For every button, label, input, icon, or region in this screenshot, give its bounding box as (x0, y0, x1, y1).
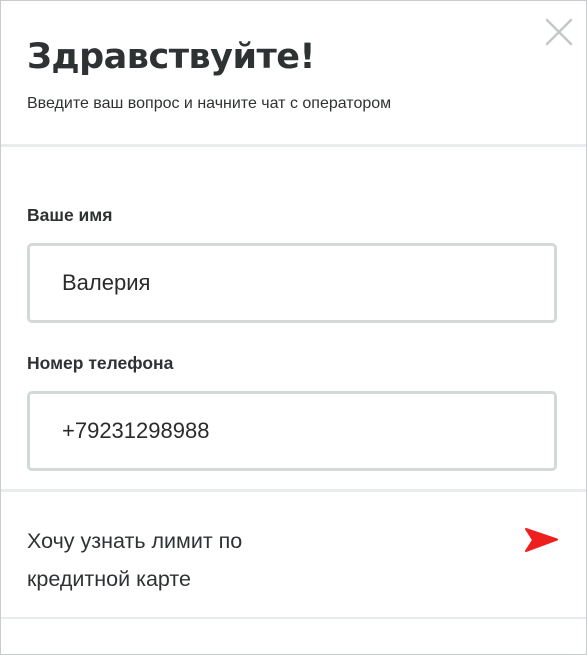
chat-widget: Здравствуйте! Введите ваш вопрос и начни… (0, 0, 587, 655)
contact-form: Ваше имя Номер телефона (27, 205, 557, 471)
page-subtitle: Введите ваш вопрос и начните чат с опера… (27, 95, 392, 112)
close-icon (545, 18, 573, 46)
name-label: Ваше имя (27, 205, 113, 225)
message-input-area[interactable]: Хочу узнать лимит по кредитной карте (1, 489, 586, 619)
page-title: Здравствуйте! (27, 37, 315, 77)
phone-input[interactable] (27, 391, 557, 471)
name-input[interactable] (27, 243, 557, 323)
send-arrow-icon (525, 528, 558, 552)
send-button[interactable] (522, 526, 560, 554)
close-button[interactable] (544, 17, 574, 47)
message-input[interactable]: Хочу узнать лимит по кредитной карте (27, 522, 447, 598)
phone-label: Номер телефона (27, 353, 174, 373)
chat-header: Здравствуйте! Введите ваш вопрос и начни… (1, 1, 586, 147)
